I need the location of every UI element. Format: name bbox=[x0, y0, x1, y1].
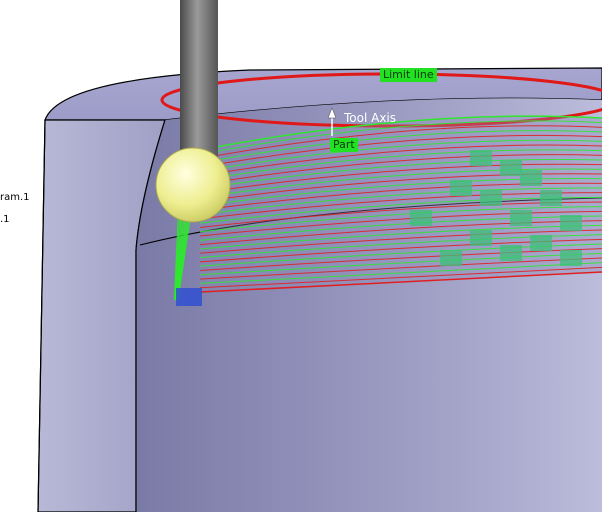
tool-axis-label[interactable]: Tool Axis bbox=[344, 111, 396, 125]
geometry-canvas[interactable] bbox=[0, 0, 602, 513]
tool-ball-end bbox=[155, 147, 231, 223]
tool-shank bbox=[180, 0, 218, 162]
tree-item-program[interactable]: ram.1 bbox=[0, 192, 30, 203]
tree-item-operation[interactable]: .1 bbox=[0, 214, 10, 225]
3d-viewport[interactable]: Limit line Tool Axis Part ram.1 .1 bbox=[0, 0, 602, 513]
toolpath-start-marker bbox=[176, 288, 202, 306]
limit-line-label[interactable]: Limit line bbox=[380, 68, 437, 82]
part-label[interactable]: Part bbox=[330, 138, 358, 152]
